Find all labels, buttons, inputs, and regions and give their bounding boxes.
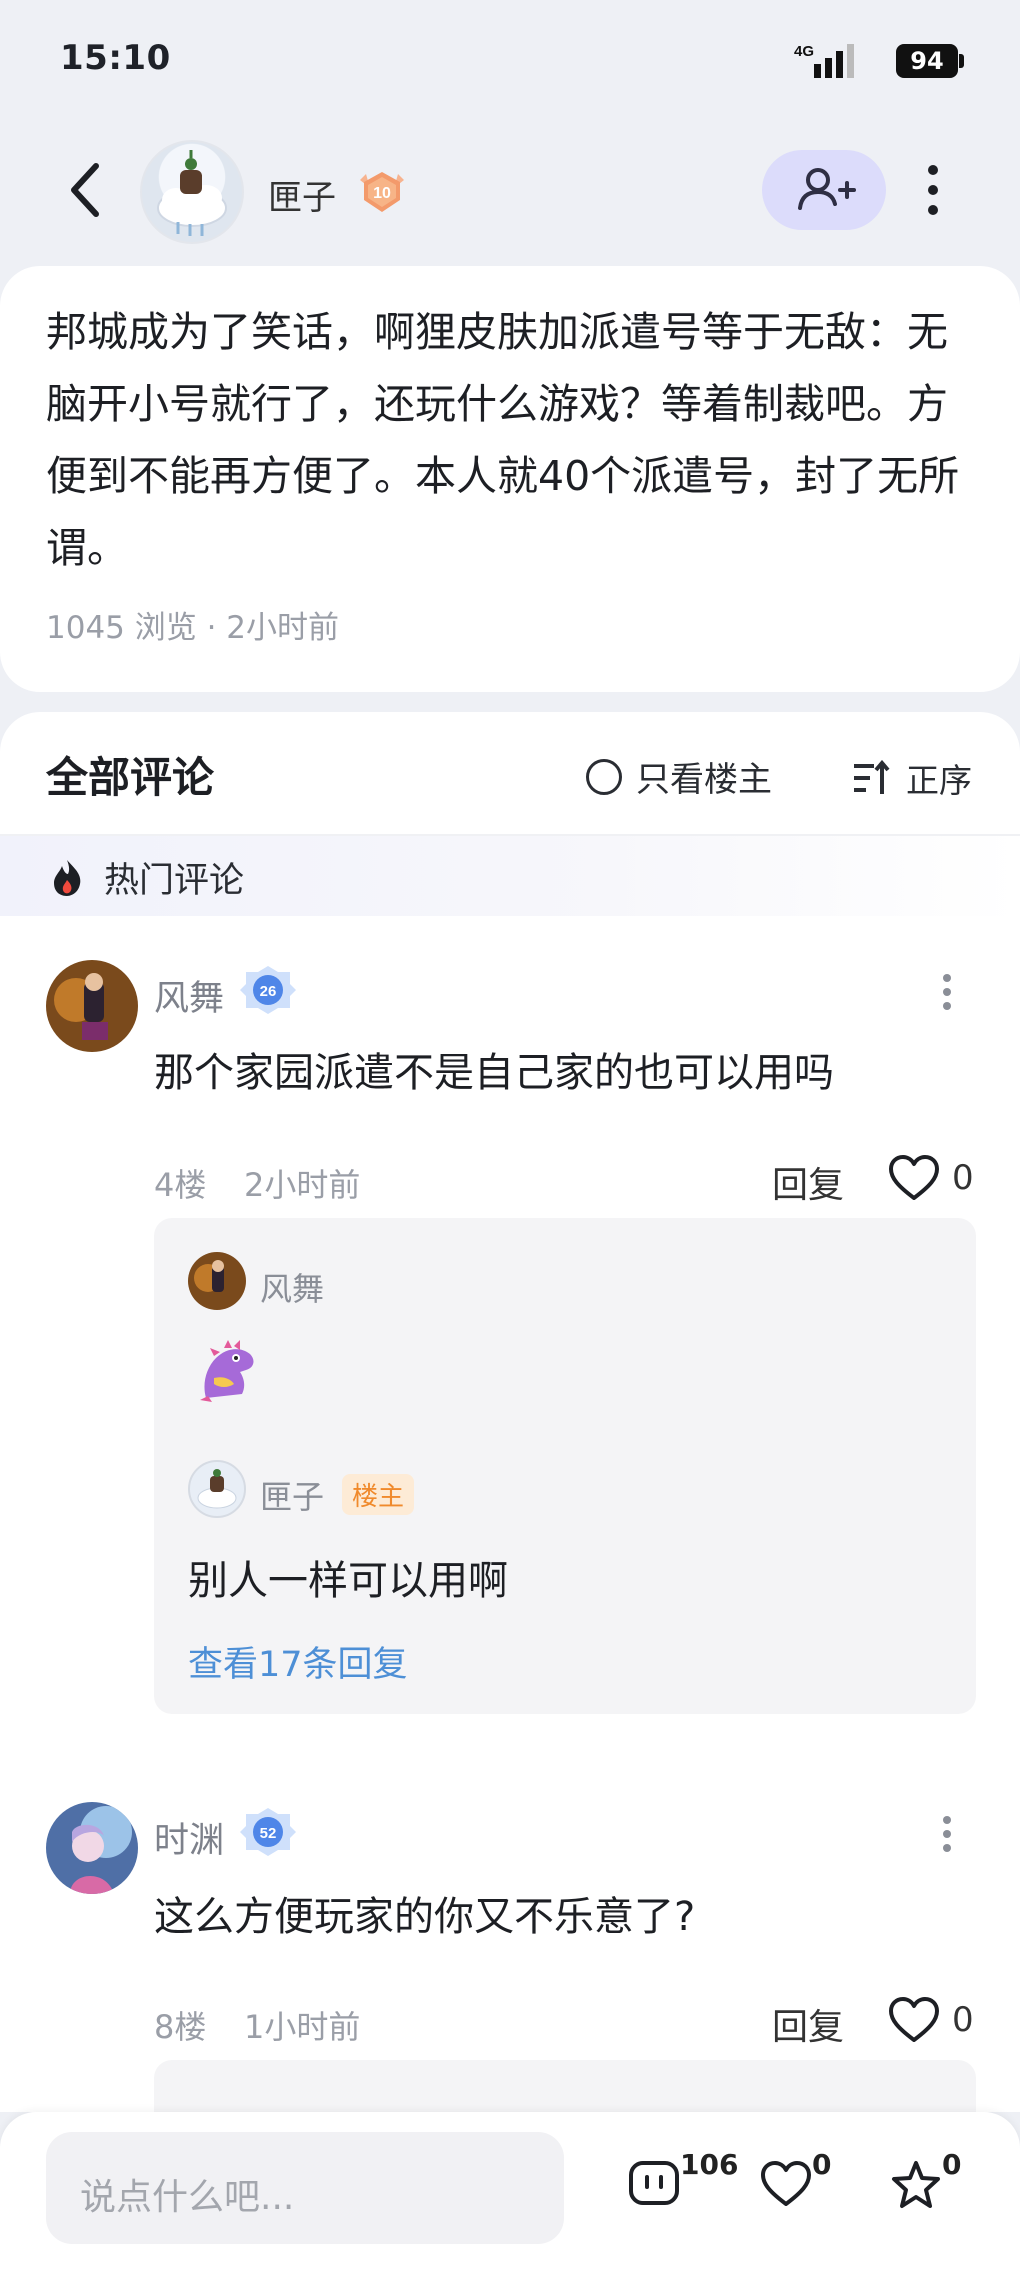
commenter-level: 52 [260,1825,277,1842]
back-arrow-icon[interactable] [66,160,106,220]
flame-icon [50,858,84,902]
comment-icon[interactable] [628,2160,680,2212]
level-badge-icon: 10 [356,170,408,214]
comment-floor: 8楼 [154,2008,207,2046]
commenter-avatar[interactable] [46,960,138,1052]
signal-icon: 4G [794,40,860,84]
sort-label: 正序 [906,761,972,800]
commenter-avatar[interactable] [46,1802,138,1894]
favorite-count: 0 [942,2148,962,2181]
follow-button[interactable] [762,150,886,230]
like-count: 0 [952,2000,974,2040]
reply-author[interactable]: 匣子 [260,1472,324,1518]
comment-time: 2小时前 [244,1166,361,1204]
dinosaur-sticker-icon [194,1338,262,1408]
author-level: 10 [373,185,391,202]
commenter-level: 26 [260,983,277,1000]
sort-button[interactable]: 正序 [852,754,972,802]
reply-avatar[interactable] [188,1460,246,1518]
author-name[interactable]: 匣子 [268,170,336,219]
comment-input-placeholder: 说点什么吧... [80,2177,295,2218]
post-text: 邦城成为了笑话，啊狸皮肤加派遣号等于无敌：无脑开小号就行了，还玩什么游戏？等着制… [46,308,960,572]
reply-author[interactable]: 风舞 [260,1264,324,1310]
level-badge-icon: 52 [240,1806,296,1856]
more-options-icon[interactable] [920,160,946,220]
status-time: 15:10 [60,38,171,78]
view-more-replies-link[interactable]: 查看17条回复 [188,1636,408,1687]
battery-tip [959,54,964,68]
comment-more-icon[interactable] [940,1814,954,1854]
comments-title: 全部评论 [46,753,215,802]
reply-text: 别人一样可以用啊 [188,1558,508,1604]
like-heart-icon[interactable] [888,1154,940,1206]
battery-icon: 94 [896,44,958,78]
commenter-name[interactable]: 时渊 [154,1812,224,1863]
comment-text: 这么方便玩家的你又不乐意了? [154,1894,696,1940]
op-only-toggle[interactable]: 只看楼主 [586,752,772,801]
add-user-icon [798,168,856,210]
comment-more-icon[interactable] [940,972,954,1012]
op-only-label: 只看楼主 [636,760,772,800]
reply-button[interactable]: 回复 [772,1998,844,2050]
like-total: 0 [812,2148,832,2181]
author-avatar[interactable] [140,140,244,244]
comment-time: 1小时前 [244,2008,361,2046]
commenter-name[interactable]: 风舞 [154,970,224,1021]
reply-avatar[interactable] [188,1252,246,1310]
star-icon[interactable] [890,2160,942,2214]
post-meta: 1045 浏览 · 2小时前 [46,610,340,646]
comment-count: 106 [680,2148,739,2181]
like-heart-icon[interactable] [760,2160,812,2212]
radio-circle-icon [586,758,622,795]
level-badge-icon: 26 [240,964,296,1014]
sort-icon [854,760,890,794]
hot-comments-label: 热门评论 [104,861,245,901]
comment-text: 那个家园派遣不是自己家的也可以用吗 [154,1050,834,1096]
like-heart-icon[interactable] [888,1996,940,2048]
reply-button[interactable]: 回复 [772,1156,844,1208]
like-count: 0 [952,1158,974,1198]
network-label: 4G [794,43,814,60]
op-badge: 楼主 [342,1474,415,1515]
comment-floor: 4楼 [154,1166,207,1204]
